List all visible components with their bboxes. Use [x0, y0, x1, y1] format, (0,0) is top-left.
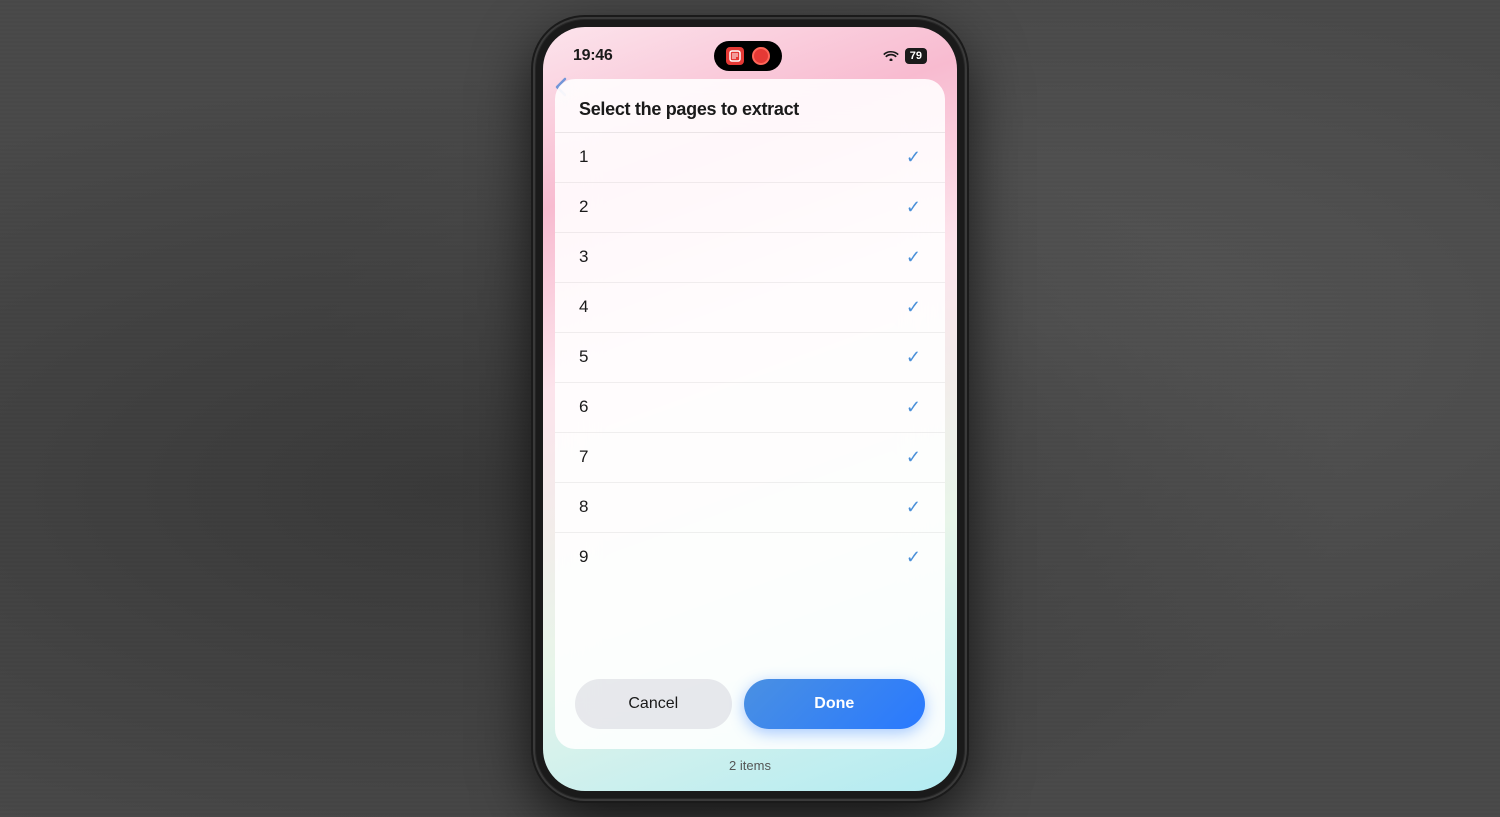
check-icon-6: ✓	[906, 397, 921, 418]
page-number-9: 9	[579, 547, 588, 567]
page-item-5[interactable]: 5 ✓	[555, 333, 945, 383]
status-icons: 79	[883, 48, 927, 64]
check-icon-3: ✓	[906, 247, 921, 268]
done-button[interactable]: Done	[744, 679, 925, 729]
status-time: 19:46	[573, 47, 612, 65]
page-item-3[interactable]: 3 ✓	[555, 233, 945, 283]
action-buttons: Cancel Done	[555, 663, 945, 749]
page-number-7: 7	[579, 447, 588, 467]
check-icon-9: ✓	[906, 547, 921, 568]
phone-screen: 19:46	[543, 27, 957, 791]
check-icon-2: ✓	[906, 197, 921, 218]
page-number-1: 1	[579, 147, 588, 167]
pages-list[interactable]: 1 ✓ 2 ✓ 3 ✓ 4 ✓ 5 ✓	[555, 133, 945, 663]
page-item-1[interactable]: 1 ✓	[555, 133, 945, 183]
page-item-8[interactable]: 8 ✓	[555, 483, 945, 533]
items-count: 2 items	[729, 758, 771, 773]
check-icon-1: ✓	[906, 147, 921, 168]
check-icon-4: ✓	[906, 297, 921, 318]
modal-title: Select the pages to extract	[579, 99, 799, 119]
check-icon-7: ✓	[906, 447, 921, 468]
page-item-6[interactable]: 6 ✓	[555, 383, 945, 433]
red-circle-indicator	[752, 47, 770, 65]
page-number-6: 6	[579, 397, 588, 417]
status-center	[714, 41, 782, 71]
page-number-4: 4	[579, 297, 588, 317]
modal-header: Select the pages to extract	[555, 79, 945, 132]
modal-sheet: Select the pages to extract 1 ✓ 2 ✓ 3 ✓	[555, 79, 945, 749]
phone-device: 19:46	[535, 19, 965, 799]
wifi-icon	[883, 48, 899, 64]
page-number-3: 3	[579, 247, 588, 267]
bottom-bar: 2 items	[543, 749, 957, 791]
dynamic-island	[714, 41, 782, 71]
app-icon	[726, 47, 744, 65]
page-item-7[interactable]: 7 ✓	[555, 433, 945, 483]
cancel-button[interactable]: Cancel	[575, 679, 732, 729]
page-item-9[interactable]: 9 ✓	[555, 533, 945, 582]
page-item-2[interactable]: 2 ✓	[555, 183, 945, 233]
page-item-4[interactable]: 4 ✓	[555, 283, 945, 333]
check-icon-8: ✓	[906, 497, 921, 518]
status-bar: 19:46	[543, 27, 957, 79]
check-icon-5: ✓	[906, 347, 921, 368]
page-number-5: 5	[579, 347, 588, 367]
page-number-2: 2	[579, 197, 588, 217]
page-number-8: 8	[579, 497, 588, 517]
battery-indicator: 79	[905, 48, 927, 64]
